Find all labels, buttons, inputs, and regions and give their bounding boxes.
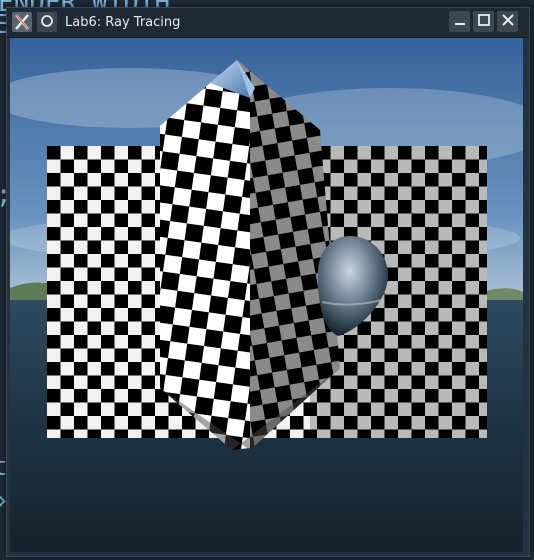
window-title: Lab6: Ray Tracing: [65, 15, 181, 30]
maximize-icon: [477, 12, 491, 31]
maximize-button[interactable]: [473, 11, 494, 32]
x11-icon[interactable]: [12, 12, 32, 32]
close-icon: [501, 12, 515, 31]
circle-icon: [40, 13, 54, 32]
minimize-icon: [453, 12, 467, 31]
minimize-button[interactable]: [449, 11, 470, 32]
close-button[interactable]: [497, 11, 518, 32]
sticky-button[interactable]: [37, 12, 57, 32]
app-window: Lab6: Ray Tracing: [6, 7, 530, 557]
title-bar[interactable]: Lab6: Ray Tracing: [7, 8, 529, 38]
editor-code-line: ◇: [0, 485, 6, 515]
render-viewport[interactable]: [10, 38, 523, 552]
